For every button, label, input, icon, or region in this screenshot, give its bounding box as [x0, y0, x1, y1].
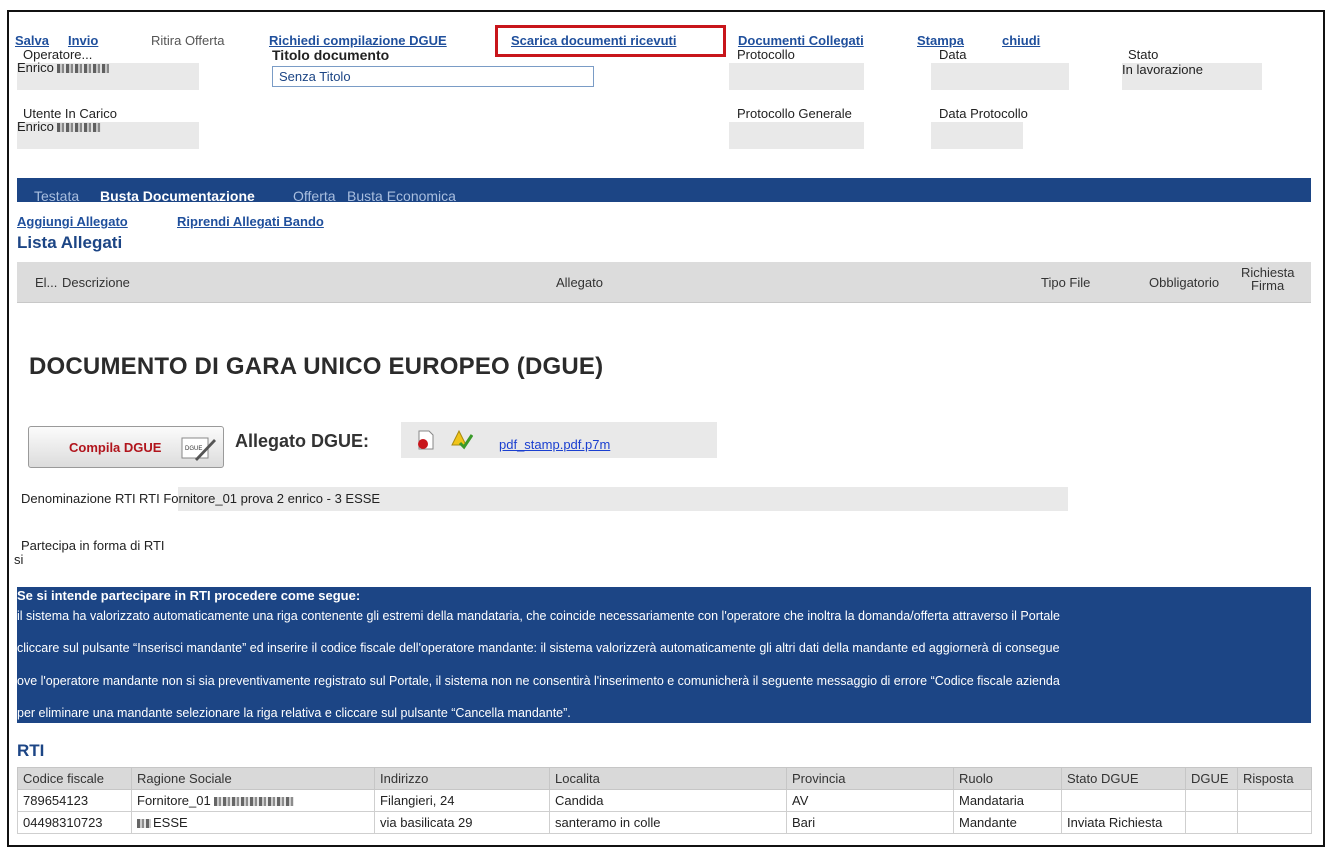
data-field: [931, 63, 1069, 90]
protocollo-field: [729, 63, 864, 90]
ritira-offerta-label: Ritira Offerta: [151, 33, 225, 48]
denominazione-rti-value: RTI Fornitore_01 prova 2 enrico - 3 ESSE: [139, 491, 381, 506]
document-window: Salva Invio Ritira Offerta Richiedi comp…: [7, 10, 1325, 847]
cell-indirizzo: Filangieri, 24: [374, 789, 550, 812]
titolo-input-value: Senza Titolo: [279, 69, 351, 84]
col-indirizzo[interactable]: Indirizzo: [374, 767, 550, 790]
data-protocollo-field: [931, 122, 1023, 149]
stato-label: Stato: [1128, 47, 1159, 62]
col-obbligatorio[interactable]: Obbligatorio: [1149, 275, 1219, 290]
instruction-line: per eliminare una mandante selezionare l…: [17, 706, 571, 720]
utente-value: Enrico: [17, 119, 101, 134]
salva-link[interactable]: Salva: [15, 33, 49, 48]
rti-header-row: Codice fiscale Ragione Sociale Indirizzo…: [17, 767, 1312, 790]
cell-localita: Candida: [549, 789, 787, 812]
compila-dgue-label: Compila DGUE: [69, 440, 162, 455]
cell-codice-fiscale: 04498310723: [17, 811, 132, 834]
instruction-line: il sistema ha valorizzato automaticament…: [17, 609, 1061, 623]
col-el[interactable]: El...: [35, 275, 57, 290]
scarica-documenti-link[interactable]: Scarica documenti ricevuti: [511, 33, 676, 48]
col-stato-dgue[interactable]: Stato DGUE: [1061, 767, 1186, 790]
col-tipo-file[interactable]: Tipo File: [1041, 275, 1090, 290]
col-descrizione[interactable]: Descrizione: [62, 275, 130, 290]
protocollo-generale-label: Protocollo Generale: [737, 106, 852, 121]
rti-title: RTI: [17, 741, 45, 760]
aggiungi-allegato-link[interactable]: Aggiungi Allegato: [17, 214, 128, 229]
documenti-collegati-link[interactable]: Documenti Collegati: [738, 33, 864, 48]
instruction-line: ove l'operatore mandante non si sia prev…: [17, 674, 1060, 688]
col-provincia[interactable]: Provincia: [786, 767, 954, 790]
cell-dgue: [1185, 789, 1238, 812]
dgue-pencil-icon: DGUE: [181, 437, 216, 461]
table-row[interactable]: 04498310723 ESSE via basilicata 29 sante…: [17, 811, 1312, 834]
cell-localita: santeramo in colle: [549, 811, 787, 834]
cell-stato-dgue: [1061, 789, 1186, 812]
col-allegato[interactable]: Allegato: [556, 275, 603, 290]
dgue-title: DOCUMENTO DI GARA UNICO EUROPEO (DGUE): [29, 353, 604, 380]
col-firma[interactable]: Firma: [1251, 278, 1284, 293]
chiudi-link[interactable]: chiudi: [1002, 33, 1040, 48]
allegato-dgue-label: Allegato DGUE:: [235, 431, 370, 451]
partecipa-rti-value: si: [14, 552, 24, 567]
verify-signature-icon[interactable]: [449, 427, 473, 451]
col-dgue[interactable]: DGUE: [1185, 767, 1238, 790]
invio-link[interactable]: Invio: [68, 33, 98, 48]
cell-ruolo: Mandante: [953, 811, 1062, 834]
data-label: Data: [939, 47, 967, 62]
cell-risposta: [1237, 789, 1312, 812]
tab-busta-documentazione[interactable]: Busta Documentazione: [100, 188, 255, 204]
tab-testata[interactable]: Testata: [34, 188, 79, 204]
cell-indirizzo: via basilicata 29: [374, 811, 550, 834]
tab-offerta[interactable]: Offerta: [293, 188, 336, 204]
lista-allegati-header: El... Descrizione Allegato Tipo File Obb…: [17, 262, 1311, 303]
cell-stato-dgue: Inviata Richiesta: [1061, 811, 1186, 834]
tab-busta-economica[interactable]: Busta Economica: [347, 188, 456, 204]
riprendi-allegati-link[interactable]: Riprendi Allegati Bando: [177, 214, 324, 229]
cell-ragione-sociale: ESSE: [131, 811, 375, 834]
titolo-label: Titolo documento: [272, 47, 390, 63]
signed-file-icon[interactable]: [414, 429, 436, 451]
cell-provincia: AV: [786, 789, 954, 812]
cell-ragione-sociale: Fornitore_01: [131, 789, 375, 812]
cell-ruolo: Mandataria: [953, 789, 1062, 812]
cell-codice-fiscale: 789654123: [17, 789, 132, 812]
rti-instructions: Se si intende partecipare in RTI procede…: [17, 587, 1311, 723]
col-localita[interactable]: Localita: [549, 767, 787, 790]
compila-dgue-button[interactable]: Compila DGUE DGUE: [28, 426, 224, 468]
titolo-input[interactable]: Senza Titolo: [272, 66, 594, 87]
partecipa-rti-label: Partecipa in forma di RTI: [21, 538, 165, 553]
col-risposta[interactable]: Risposta: [1237, 767, 1312, 790]
cell-risposta: [1237, 811, 1312, 834]
table-row[interactable]: 789654123 Fornitore_01 Filangieri, 24 Ca…: [17, 789, 1312, 812]
denominazione-rti-label: Denominazione RTI: [21, 491, 136, 506]
cell-dgue: [1185, 811, 1238, 834]
rti-table: Codice fiscale Ragione Sociale Indirizzo…: [17, 767, 1312, 834]
col-ruolo[interactable]: Ruolo: [953, 767, 1062, 790]
svg-text:DGUE: DGUE: [185, 446, 202, 452]
protocollo-generale-field: [729, 122, 864, 149]
stampa-link[interactable]: Stampa: [917, 33, 964, 48]
cell-provincia: Bari: [786, 811, 954, 834]
col-codice-fiscale[interactable]: Codice fiscale: [17, 767, 132, 790]
operatore-value: Enrico: [17, 60, 109, 75]
stato-value: In lavorazione: [1122, 62, 1203, 77]
instruction-line: cliccare sul pulsante “Inserisci mandant…: [17, 641, 1060, 655]
lista-allegati-title: Lista Allegati: [17, 233, 123, 252]
data-protocollo-label: Data Protocollo: [939, 106, 1028, 121]
instructions-title: Se si intende partecipare in RTI procede…: [17, 588, 361, 603]
dgue-file-link[interactable]: pdf_stamp.pdf.p7m: [499, 437, 610, 452]
richiedi-dgue-link[interactable]: Richiedi compilazione DGUE: [269, 33, 447, 48]
col-ragione-sociale[interactable]: Ragione Sociale: [131, 767, 375, 790]
protocollo-label: Protocollo: [737, 47, 795, 62]
